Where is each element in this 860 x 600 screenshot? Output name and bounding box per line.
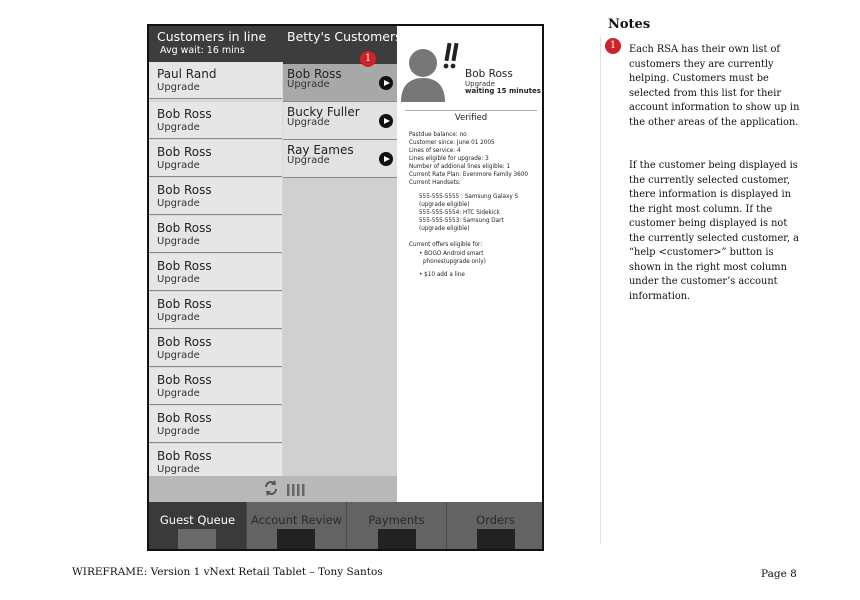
tablet-frame: Customers in line Avg wait: 16 mins Paul… bbox=[147, 24, 544, 551]
tab-icon bbox=[277, 529, 315, 549]
customer-name: Bob Ross bbox=[157, 449, 212, 463]
customer-status: Upgrade bbox=[157, 350, 200, 361]
notes-title: Notes bbox=[608, 17, 651, 32]
page-number: Page 8 bbox=[761, 568, 797, 580]
betty-header: Betty's Customers bbox=[283, 26, 402, 64]
customer-name: Bob Ross bbox=[157, 221, 212, 235]
account-info-line: Pastdue balance: no bbox=[409, 132, 467, 138]
betty-toolbar bbox=[283, 476, 397, 502]
tab-icon bbox=[178, 529, 216, 549]
customer-status: Upgrade bbox=[157, 388, 200, 399]
customer-name: Bob Ross bbox=[157, 373, 212, 387]
account-info-line: Current Rate Plan: Evenmore Family 3600 bbox=[409, 172, 529, 178]
tab-label: Guest Queue bbox=[159, 513, 236, 527]
offer-line: • BOGO Android smart bbox=[419, 251, 484, 257]
tab-orders[interactable]: Orders bbox=[447, 502, 542, 549]
verified-label: Verified bbox=[454, 113, 488, 123]
queue-toolbar bbox=[149, 476, 283, 502]
offers-title: Current offers eligible for: bbox=[409, 242, 483, 248]
offer-line: phones(upgrade only) bbox=[423, 259, 486, 265]
play-icon[interactable] bbox=[379, 76, 393, 90]
customer-name: Bob Ross bbox=[157, 297, 212, 311]
customer-status: Upgrade bbox=[157, 198, 200, 209]
tab-label: Payments bbox=[368, 513, 425, 527]
detail-customer-name: Bob Ross bbox=[465, 68, 513, 80]
handset-line: 555-555-5554: HTC Sidekick bbox=[419, 210, 500, 216]
queue-list-item[interactable]: Paul Rand Upgrade bbox=[149, 62, 282, 99]
queue-list-item[interactable]: Bob Ross Upgrade bbox=[149, 254, 282, 291]
tab-icon bbox=[378, 529, 416, 549]
account-info-line: Number of addional lines eligible: 1 bbox=[409, 164, 511, 170]
account-info-line: Lines eligible for upgrade: 3 bbox=[409, 156, 489, 162]
customer-name: Bob Ross bbox=[157, 411, 212, 425]
handset-line: (upgrade eligible) bbox=[419, 202, 470, 208]
queue-list-item[interactable]: Bob Ross Upgrade bbox=[149, 178, 282, 215]
customers-in-line-column: Customers in line Avg wait: 16 mins Paul… bbox=[149, 26, 284, 502]
notes-divider bbox=[600, 36, 601, 544]
tab-label: Orders bbox=[476, 513, 515, 527]
customer-name: Paul Rand bbox=[157, 67, 217, 81]
customer-name: Bob Ross bbox=[157, 183, 212, 197]
betty-list-item-selected[interactable]: Bob Ross Upgrade bbox=[283, 64, 397, 102]
note-badge: 1 bbox=[605, 38, 621, 54]
queue-list-item[interactable]: Bob Ross Upgrade bbox=[149, 368, 282, 405]
avg-wait-label: Avg wait: 16 mins bbox=[160, 45, 245, 56]
grip-icon[interactable] bbox=[287, 482, 305, 501]
customer-status: Upgrade bbox=[287, 79, 330, 90]
account-info-line: Current Handsets: bbox=[409, 180, 461, 186]
customer-status: Upgrade bbox=[287, 117, 330, 128]
account-info-line: Lines of service: 4 bbox=[409, 148, 461, 154]
tab-icon bbox=[477, 529, 515, 549]
customer-status: Upgrade bbox=[157, 274, 200, 285]
customer-name: Bob Ross bbox=[157, 335, 212, 349]
queue-list-item[interactable]: Bob Ross Upgrade bbox=[149, 140, 282, 177]
handset-line: 555-555-5553: Samsung Dart bbox=[419, 218, 504, 224]
play-icon[interactable] bbox=[379, 114, 393, 128]
refresh-icon[interactable] bbox=[263, 479, 279, 501]
note-paragraph: Each RSA has their own list of customers… bbox=[629, 44, 800, 128]
queue-list-item[interactable]: Bob Ross Upgrade bbox=[149, 444, 282, 476]
footer-caption: WIREFRAME: Version 1 vNext Retail Tablet… bbox=[72, 566, 383, 578]
tab-label: Account Review bbox=[250, 513, 343, 527]
customer-status: Upgrade bbox=[157, 464, 200, 475]
bottom-nav: Guest Queue Account Review Payments Orde… bbox=[149, 502, 542, 549]
note-paragraph: If the customer being displayed is the c… bbox=[629, 160, 799, 302]
customer-status: Upgrade bbox=[157, 160, 200, 171]
betty-list-item[interactable]: Bucky Fuller Upgrade bbox=[283, 102, 397, 140]
account-info-line: Customer since: June 01 2005 bbox=[409, 140, 495, 146]
divider bbox=[405, 110, 537, 111]
customer-name: Bob Ross bbox=[157, 145, 212, 159]
play-icon[interactable] bbox=[379, 152, 393, 166]
detail-wait-time: waiting 15 minutes bbox=[465, 87, 541, 95]
queue-list-item[interactable]: Bob Ross Upgrade bbox=[149, 330, 282, 367]
tab-guest-queue[interactable]: Guest Queue bbox=[149, 502, 247, 549]
offer-line: • $10 add a line bbox=[419, 272, 465, 278]
customer-name: Bob Ross bbox=[157, 259, 212, 273]
customer-status: Upgrade bbox=[157, 122, 200, 133]
customer-status: Upgrade bbox=[157, 426, 200, 437]
betty-title: Betty's Customers bbox=[287, 29, 402, 44]
queue-header: Customers in line Avg wait: 16 mins bbox=[149, 26, 283, 62]
tab-account-review[interactable]: Account Review bbox=[247, 502, 347, 549]
person-alert-icon bbox=[401, 40, 465, 108]
customer-name: Bob Ross bbox=[157, 107, 212, 121]
tab-payments[interactable]: Payments bbox=[347, 502, 447, 549]
annotation-badge: 1 bbox=[360, 51, 376, 67]
queue-list-item[interactable]: Bob Ross Upgrade bbox=[149, 102, 282, 139]
queue-title: Customers in line bbox=[157, 29, 267, 44]
customer-status: Upgrade bbox=[157, 312, 200, 323]
handset-line: (upgrade eligible) bbox=[419, 226, 470, 232]
customer-status: Upgrade bbox=[287, 155, 330, 166]
betty-list-item[interactable]: Ray Eames Upgrade bbox=[283, 140, 397, 178]
queue-list-item[interactable]: Bob Ross Upgrade bbox=[149, 216, 282, 253]
customer-detail-column: Bob Ross Upgrade waiting 15 minutes Veri… bbox=[397, 26, 542, 502]
bettys-customers-column: Betty's Customers Bob Ross Upgrade Bucky… bbox=[283, 26, 402, 476]
queue-list-item[interactable]: Bob Ross Upgrade bbox=[149, 406, 282, 443]
customer-status: Upgrade bbox=[157, 82, 200, 93]
customer-status: Upgrade bbox=[157, 236, 200, 247]
queue-list-item[interactable]: Bob Ross Upgrade bbox=[149, 292, 282, 329]
handset-line: 555-555-5555 : Samsung Galaxy S bbox=[419, 194, 519, 200]
